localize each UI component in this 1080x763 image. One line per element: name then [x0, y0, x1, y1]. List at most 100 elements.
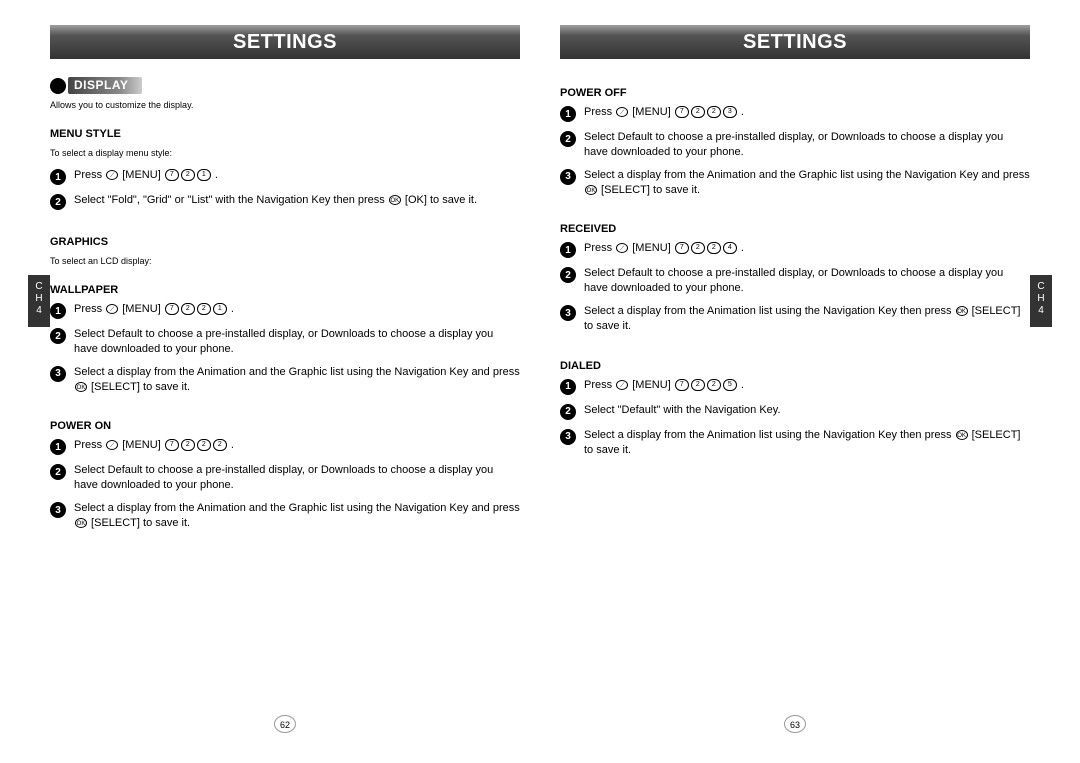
step-number-icon: 2	[50, 464, 66, 480]
step-text: Select "Default" with the Navigation Key…	[584, 403, 1030, 418]
step-text: Select a display from the Animation and …	[74, 501, 520, 531]
display-section-badge: DISPLAY	[50, 77, 520, 94]
chapter-tab-ch: C H	[28, 281, 50, 305]
page-right: C H 4 SETTINGS POWER OFF 1 Press ⟋ [MENU…	[560, 25, 1030, 733]
dialed-steps: 1 Press ⟋ [MENU] 7225 . 2 Select "Defaul…	[560, 378, 1030, 466]
step-number-icon: 2	[50, 194, 66, 210]
step-number-icon: 1	[560, 242, 576, 258]
step-number-icon: 2	[560, 267, 576, 283]
page-spread: C H 4 SETTINGS DISPLAY Allows you to cus…	[0, 0, 1080, 763]
received-steps: 1 Press ⟋ [MENU] 7224 . 2 Select Default…	[560, 241, 1030, 341]
step-number-icon: 2	[50, 328, 66, 344]
ok-key-icon: OK	[75, 382, 87, 392]
power-on-steps: 1 Press ⟋ [MENU] 7222 . 2 Select Default…	[50, 438, 520, 538]
heading-dialed: DIALED	[560, 360, 1030, 372]
step-number-icon: 3	[560, 305, 576, 321]
wallpaper-steps: 1 Press ⟋ [MENU] 7221 . 2 Select Default…	[50, 302, 520, 402]
ok-key-icon: OK	[956, 430, 968, 440]
display-description: Allows you to customize the display.	[50, 100, 520, 110]
key-icon: 7	[675, 379, 689, 391]
page-title-left: SETTINGS	[233, 31, 337, 54]
heading-power-on: POWER ON	[50, 420, 520, 432]
key-icon: 2	[197, 439, 211, 451]
step-item: 3 Select a display from the Animation li…	[560, 304, 1030, 334]
heading-received: RECEIVED	[560, 223, 1030, 235]
key-icon: 2	[181, 169, 195, 181]
step-item: 1 Press ⟋ [MENU] 7222 .	[50, 438, 520, 455]
page-title-right: SETTINGS	[743, 31, 847, 54]
softkey-icon: ⟋	[106, 440, 118, 450]
softkey-icon: ⟋	[106, 170, 118, 180]
chapter-tab-ch: C H	[1030, 281, 1052, 305]
step-number-icon: 2	[560, 404, 576, 420]
key-icon: 2	[707, 106, 721, 118]
key-icon: 4	[723, 242, 737, 254]
step-number-icon: 2	[560, 131, 576, 147]
step-text: Press ⟋ [MENU] 721 .	[74, 168, 520, 183]
menu-style-steps: 1 Press ⟋ [MENU] 721 . 2 Select "Fold", …	[50, 168, 520, 218]
key-icon: 7	[165, 303, 179, 315]
step-text: Select Default to choose a pre-installed…	[74, 327, 520, 357]
key-icon: 2	[181, 303, 195, 315]
page-title-bar-right: SETTINGS	[560, 25, 1030, 59]
key-icon: 2	[213, 439, 227, 451]
menu-style-desc: To select a display menu style:	[50, 148, 520, 158]
step-number-icon: 3	[50, 502, 66, 518]
step-text: Press ⟋ [MENU] 7221 .	[74, 302, 520, 317]
step-number-icon: 3	[560, 429, 576, 445]
step-number-icon: 3	[50, 366, 66, 382]
step-number-icon: 1	[50, 169, 66, 185]
softkey-icon: ⟋	[616, 107, 628, 117]
display-badge-text: DISPLAY	[68, 77, 142, 94]
step-item: 1 Press ⟋ [MENU] 7225 .	[560, 378, 1030, 395]
step-number-icon: 1	[50, 303, 66, 319]
step-item: 2 Select Default to choose a pre-install…	[50, 327, 520, 357]
step-number-icon: 1	[560, 379, 576, 395]
step-item: 3 Select a display from the Animation li…	[560, 428, 1030, 458]
chapter-tab-num: 4	[1030, 305, 1052, 317]
page-title-bar-left: SETTINGS	[50, 25, 520, 59]
step-number-icon: 1	[560, 106, 576, 122]
step-text: Press ⟋ [MENU] 7223 .	[584, 105, 1030, 120]
step-number-icon: 3	[560, 169, 576, 185]
key-icon: 7	[165, 169, 179, 181]
key-icon: 3	[723, 106, 737, 118]
page-number-left: 62	[50, 709, 520, 733]
ok-key-icon: OK	[956, 306, 968, 316]
step-item: 2 Select "Default" with the Navigation K…	[560, 403, 1030, 420]
key-icon: 7	[675, 242, 689, 254]
key-icon: 2	[181, 439, 195, 451]
step-item: 1 Press ⟋ [MENU] 7223 .	[560, 105, 1030, 122]
step-text: Select a display from the Animation and …	[584, 168, 1030, 198]
softkey-icon: ⟋	[616, 380, 628, 390]
key-icon: 2	[707, 379, 721, 391]
page-left: C H 4 SETTINGS DISPLAY Allows you to cus…	[50, 25, 520, 733]
key-icon: 2	[707, 242, 721, 254]
heading-power-off: POWER OFF	[560, 87, 1030, 99]
bullet-icon	[50, 78, 66, 94]
key-icon: 5	[723, 379, 737, 391]
chapter-tab-right: C H 4	[1030, 275, 1052, 327]
key-icon: 1	[213, 303, 227, 315]
step-text: Select Default to choose a pre-installed…	[584, 266, 1030, 296]
heading-wallpaper: WALLPAPER	[50, 284, 520, 296]
step-item: 2 Select Default to choose a pre-install…	[560, 130, 1030, 160]
key-icon: 2	[691, 242, 705, 254]
graphics-desc: To select an LCD display:	[50, 256, 520, 266]
key-icon: 2	[197, 303, 211, 315]
step-text: Select Default to choose a pre-installed…	[584, 130, 1030, 160]
key-icon: 2	[691, 379, 705, 391]
step-item: 3 Select a display from the Animation an…	[50, 365, 520, 395]
chapter-tab-num: 4	[28, 305, 50, 317]
step-text: Press ⟋ [MENU] 7225 .	[584, 378, 1030, 393]
chapter-tab-left: C H 4	[28, 275, 50, 327]
ok-key-icon: OK	[75, 518, 87, 528]
key-icon: 2	[691, 106, 705, 118]
step-item: 2 Select Default to choose a pre-install…	[50, 463, 520, 493]
ok-key-icon: OK	[389, 195, 401, 205]
step-item: 3 Select a display from the Animation an…	[560, 168, 1030, 198]
step-item: 2 Select "Fold", "Grid" or "List" with t…	[50, 193, 520, 210]
page-number-right: 63	[560, 709, 1030, 733]
power-off-steps: 1 Press ⟋ [MENU] 7223 . 2 Select Default…	[560, 105, 1030, 205]
softkey-icon: ⟋	[616, 243, 628, 253]
